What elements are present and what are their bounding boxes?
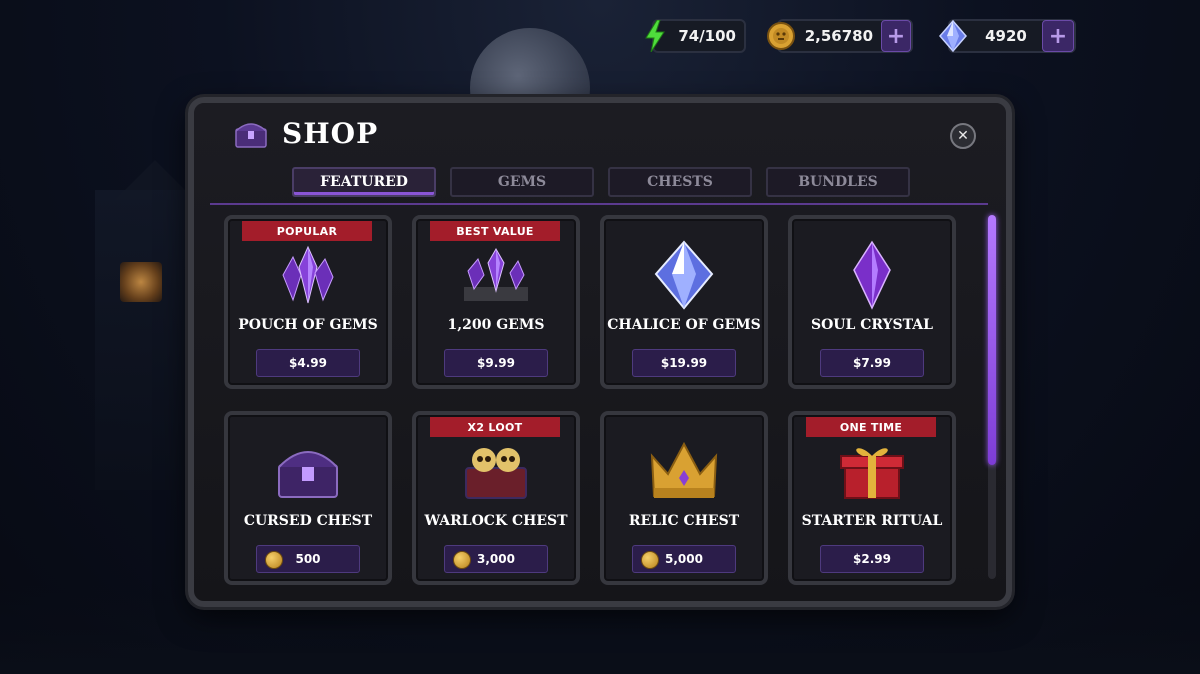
price-label: 3,000 bbox=[477, 552, 515, 566]
tab-bundles[interactable]: BUNDLES bbox=[766, 167, 910, 197]
lightning-icon bbox=[640, 19, 670, 53]
price-label: 500 bbox=[295, 552, 321, 566]
price-label: $9.99 bbox=[477, 356, 515, 370]
item-name: STARTER RITUAL bbox=[801, 513, 943, 529]
shop-item-card[interactable]: POPULAR POUCH OF GEMS $4.99 bbox=[224, 215, 392, 389]
chest-icon bbox=[234, 119, 268, 149]
price-label: $7.99 bbox=[853, 356, 891, 370]
shop-item-card[interactable]: CURSED CHEST 500 bbox=[224, 411, 392, 585]
crown-icon bbox=[604, 437, 764, 505]
buy-button[interactable]: $19.99 bbox=[632, 349, 736, 377]
add-gems-button[interactable]: + bbox=[1042, 20, 1074, 52]
item-name: SOUL CRYSTAL bbox=[810, 317, 934, 333]
gem-pile-icon bbox=[416, 241, 576, 309]
item-badge: ONE TIME bbox=[806, 417, 936, 437]
price-label: $4.99 bbox=[289, 356, 327, 370]
tab-bar: FEATURED GEMS CHESTS BUNDLES bbox=[292, 167, 910, 197]
shop-panel: SHOP ✕ FEATURED GEMS CHESTS BUNDLES POPU… bbox=[188, 97, 1012, 607]
buy-button[interactable]: $9.99 bbox=[444, 349, 548, 377]
close-button[interactable]: ✕ bbox=[950, 123, 976, 149]
gold-counter: 2,56780 + bbox=[766, 19, 913, 53]
add-gold-button[interactable]: + bbox=[881, 20, 911, 52]
crystal-icon bbox=[792, 240, 952, 310]
coin-icon bbox=[641, 551, 659, 569]
gems-counter: 4920 + bbox=[939, 19, 1076, 53]
shop-item-card[interactable]: CHALICE OF GEMS $19.99 bbox=[600, 215, 768, 389]
scrollbar[interactable] bbox=[988, 215, 996, 579]
shop-header: SHOP bbox=[234, 117, 378, 150]
buy-button[interactable]: $4.99 bbox=[256, 349, 360, 377]
buy-button[interactable]: 5,000 bbox=[632, 545, 736, 573]
item-name: CHALICE OF GEMS bbox=[607, 317, 761, 333]
price-label: $2.99 bbox=[853, 552, 891, 566]
close-icon: ✕ bbox=[957, 128, 969, 144]
diamond-icon bbox=[604, 240, 764, 310]
tab-featured[interactable]: FEATURED bbox=[292, 167, 436, 197]
gems-value: 4920 bbox=[985, 27, 1027, 45]
diamond-icon bbox=[936, 19, 970, 53]
shop-item-card[interactable]: X2 LOOT WARLOCK CHEST 3,000 bbox=[412, 411, 580, 585]
item-name: RELIC CHEST bbox=[628, 513, 740, 529]
coin-icon bbox=[765, 19, 797, 53]
price-label: 5,000 bbox=[665, 552, 703, 566]
buy-button[interactable]: $2.99 bbox=[820, 545, 924, 573]
coin-icon bbox=[265, 551, 283, 569]
chest-icon bbox=[228, 437, 388, 505]
buy-button[interactable]: 500 bbox=[256, 545, 360, 573]
tab-divider bbox=[210, 203, 988, 205]
item-name: CURSED CHEST bbox=[243, 513, 373, 529]
shop-item-card[interactable]: BEST VALUE 1,200 GEMS $9.99 bbox=[412, 215, 580, 389]
gem-cluster-icon bbox=[228, 241, 388, 309]
gift-icon bbox=[792, 437, 952, 505]
item-name: WARLOCK CHEST bbox=[424, 513, 568, 529]
price-label: $19.99 bbox=[660, 356, 708, 370]
lantern-background bbox=[120, 262, 162, 302]
energy-value: 74/100 bbox=[678, 27, 736, 45]
energy-counter: 74/100 bbox=[645, 19, 746, 53]
coin-icon bbox=[453, 551, 471, 569]
buy-button[interactable]: 3,000 bbox=[444, 545, 548, 573]
tab-chests[interactable]: CHESTS bbox=[608, 167, 752, 197]
item-badge: POPULAR bbox=[242, 221, 372, 241]
shop-item-card[interactable]: RELIC CHEST 5,000 bbox=[600, 411, 768, 585]
tab-gems[interactable]: GEMS bbox=[450, 167, 594, 197]
shop-item-card[interactable]: SOUL CRYSTAL $7.99 bbox=[788, 215, 956, 389]
item-name: POUCH OF GEMS bbox=[238, 317, 378, 333]
shop-item-card[interactable]: ONE TIME STARTER RITUAL $2.99 bbox=[788, 411, 956, 585]
item-name: 1,200 GEMS bbox=[447, 317, 545, 333]
buy-button[interactable]: $7.99 bbox=[820, 349, 924, 377]
scrollbar-thumb[interactable] bbox=[988, 215, 996, 465]
shop-item-grid: POPULAR POUCH OF GEMS $4.99 BEST VALUE 1… bbox=[224, 215, 968, 585]
gold-value: 2,56780 bbox=[804, 27, 874, 45]
page-title: SHOP bbox=[282, 117, 379, 150]
item-badge: X2 LOOT bbox=[430, 417, 560, 437]
skull-chest-icon bbox=[416, 437, 576, 505]
item-badge: BEST VALUE bbox=[430, 221, 560, 241]
